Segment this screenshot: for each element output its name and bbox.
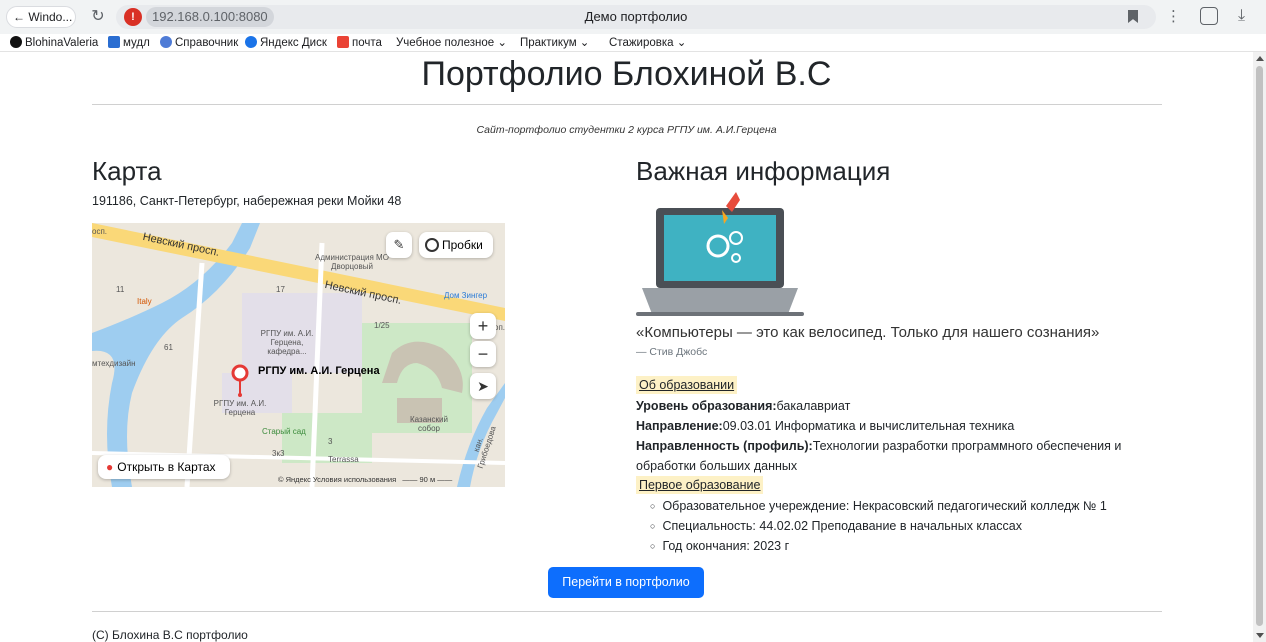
cloud-icon <box>245 36 257 48</box>
yandex-map[interactable]: Невский просп. Невский просп. Администра… <box>92 223 505 487</box>
map-scale: 90 м <box>419 475 436 484</box>
moodle-icon <box>108 36 120 48</box>
open-in-maps-button[interactable]: ● Открыть в Картах <box>98 455 230 479</box>
bookmark-reference[interactable]: Справочник <box>160 35 238 51</box>
first-education-link[interactable]: Первое образование <box>636 476 764 494</box>
locate-icon[interactable]: ➤ <box>470 373 496 399</box>
info-heading: Важная информация <box>636 156 891 186</box>
browser-toolbar: ← Windo... ↻ ! 192.168.0.100:8080 Демо п… <box>0 0 1266 34</box>
map-label: осп. <box>92 227 108 236</box>
map-poi-title[interactable]: РГПУ им. А.И. Герцена <box>258 365 380 377</box>
footer-text: (С) Блохина В.С портфолио <box>92 628 248 642</box>
tab-title: Демо портфолио <box>584 9 688 24</box>
ruler-icon[interactable]: ✎ <box>386 232 412 258</box>
bookmark-yandex-disk[interactable]: Яндекс Диск <box>245 35 327 51</box>
zoom-in-button[interactable]: + <box>470 313 496 339</box>
laptop-rocket-illustration <box>636 192 804 316</box>
map-label: 11 <box>116 285 125 294</box>
address-bar[interactable]: ! 192.168.0.100:8080 Демо портфолио <box>116 5 1156 29</box>
map-label: Старый сад <box>262 427 306 436</box>
map-label: Администрация МО Дворцовый <box>315 253 389 271</box>
quote-author: — Стив Джобс <box>636 346 708 358</box>
map-label: 61 <box>164 343 173 352</box>
scroll-down-icon[interactable] <box>1256 633 1264 638</box>
scroll-thumb[interactable] <box>1256 66 1263 626</box>
address-text: 191186, Санкт-Петербург, набережная реки… <box>92 194 402 208</box>
bookmark-mail[interactable]: почта <box>337 35 382 51</box>
zoom-out-button[interactable]: − <box>470 341 496 367</box>
github-icon <box>10 36 22 48</box>
reload-icon[interactable]: ↻ <box>88 6 108 28</box>
map-label: 3 <box>328 437 333 446</box>
bookmarks-bar: BlohinaValeria мудл Справочник Яндекс Ди… <box>0 34 1266 52</box>
go-to-portfolio-button[interactable]: Перейти в портфолио <box>548 567 704 598</box>
vertical-scrollbar[interactable] <box>1253 52 1266 642</box>
map-label: 3к3 <box>272 449 285 458</box>
bookmark-moodle[interactable]: мудл <box>108 35 150 51</box>
map-label: Дом Зингер <box>444 291 488 300</box>
bookmark-folder-practicum[interactable]: Практикум ⌄ <box>520 35 589 51</box>
bookmark-folder-internship[interactable]: Стажировка ⌄ <box>609 35 686 51</box>
first-education-list: Образовательное учереждение: Некрасовски… <box>650 496 1107 556</box>
map-label: Terrassa <box>328 455 359 464</box>
map-copyright[interactable]: © Яндекс Условия использования —— 90 м —… <box>278 475 452 484</box>
map-label: 1/25 <box>374 321 390 330</box>
list-item: Специальность: 44.02.02 Преподавание в н… <box>650 516 1107 536</box>
reference-icon <box>160 36 172 48</box>
education-level: Уровень образования:бакалавриат <box>636 399 851 413</box>
scroll-up-icon[interactable] <box>1256 56 1264 61</box>
download-icon[interactable]: ⤓ <box>1238 6 1245 26</box>
gmail-icon <box>337 36 349 48</box>
list-item: Год окончания: 2023 г <box>650 536 1107 556</box>
quote-text: «Компьютеры — это как велосипед. Только … <box>636 324 1100 341</box>
map-label: РГПУ им. А.И. Герцена, кафедра... <box>260 329 314 356</box>
education-profile: Направленность (профиль):Технологии разр… <box>636 439 1122 473</box>
map-label: Казанский собор <box>410 415 448 433</box>
map-label: мтехдизайн <box>92 359 136 368</box>
education-direction: Направление:09.03.01 Информатика и вычис… <box>636 419 1015 433</box>
map-heading: Карта <box>92 156 162 186</box>
header-divider <box>92 104 1162 105</box>
list-item: Образовательное учереждение: Некрасовски… <box>650 496 1106 516</box>
page-subtitle: Сайт-портфолио студентки 2 курса РГПУ им… <box>476 124 777 136</box>
map-pin-icon: ● <box>106 460 114 474</box>
map-label: Italy <box>137 297 152 306</box>
page-title: Портфолио Блохиной В.С <box>421 55 832 93</box>
education-link[interactable]: Об образовании <box>636 376 738 394</box>
window-back-button[interactable]: ← Windo... <box>6 6 76 28</box>
traffic-button[interactable]: Пробки <box>419 232 493 258</box>
footer-divider <box>92 611 1162 612</box>
bookmark-folder-useful[interactable]: Учебное полезное ⌄ <box>396 35 507 51</box>
extensions-icon[interactable] <box>1200 7 1218 25</box>
menu-icon[interactable]: ⋮ <box>1166 7 1181 27</box>
map-label: 17 <box>276 285 285 294</box>
traffic-icon <box>425 238 439 252</box>
bookmark-github[interactable]: BlohinaValeria <box>10 35 98 51</box>
map-label: РГПУ им. А.И. Герцена <box>213 399 267 417</box>
